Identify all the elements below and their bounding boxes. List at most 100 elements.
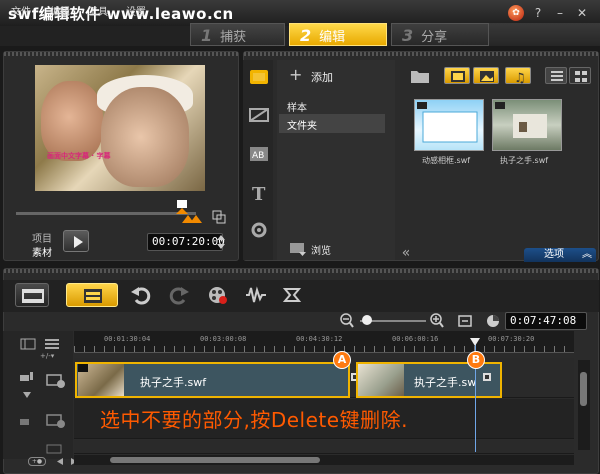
step-number: 1 xyxy=(201,26,213,45)
clip-thumbnail xyxy=(358,364,404,396)
image-filter-icon xyxy=(480,71,494,82)
folder-item-sample[interactable]: 样本 xyxy=(287,99,307,114)
track-lock-icon[interactable] xyxy=(18,414,34,426)
add-track-icon[interactable]: +● xyxy=(28,457,46,466)
filter-category-icon[interactable] xyxy=(249,221,269,239)
minimize-icon[interactable]: – xyxy=(552,5,568,21)
timeline-view-icon xyxy=(84,289,102,303)
svg-text:♫: ♫ xyxy=(514,71,526,85)
trim-markers-icon[interactable] xyxy=(182,213,202,223)
track-manager-icon[interactable] xyxy=(44,338,60,350)
tab-edit[interactable]: 2 编辑 xyxy=(289,23,387,46)
tab-capture[interactable]: 1 捕获 xyxy=(190,23,285,46)
show-audio-filter-button[interactable]: ♫ xyxy=(505,67,531,86)
title-track[interactable] xyxy=(74,440,574,454)
ruler-label: 00:04:30:12 xyxy=(296,335,343,343)
folder-item-folder[interactable]: 文件夹 xyxy=(287,117,317,132)
media-category-icon[interactable] xyxy=(249,68,269,86)
vertical-scroll-thumb[interactable] xyxy=(580,372,587,406)
scroll-left-icon[interactable] xyxy=(56,457,64,466)
folder-icon[interactable] xyxy=(410,68,430,84)
preview-timecode[interactable]: 00:07:20:00 xyxy=(147,233,225,251)
list-view-icon xyxy=(551,71,563,81)
close-icon[interactable]: ✕ xyxy=(574,5,590,21)
undo-icon[interactable] xyxy=(130,285,152,305)
library-thumbnail[interactable] xyxy=(414,99,484,151)
ruler-ticks xyxy=(74,346,574,352)
audio-mixer-icon[interactable] xyxy=(245,285,267,305)
mode-clip-label[interactable]: 素材 xyxy=(32,244,52,259)
app-logo-icon[interactable]: ✿ xyxy=(508,5,524,21)
record-capture-icon[interactable] xyxy=(207,285,229,305)
tab-label: 分享 xyxy=(421,30,448,45)
video-filter-icon xyxy=(451,71,465,82)
chapter-marker-icon[interactable]: +/-▾ xyxy=(40,351,70,359)
thumbnail-caption: 执子之手.swf xyxy=(500,156,549,165)
title-track-icon[interactable] xyxy=(46,444,68,454)
auto-music-icon[interactable] xyxy=(281,285,303,305)
browse-icon[interactable] xyxy=(289,240,307,256)
zoom-in-icon[interactable] xyxy=(430,313,444,329)
annotation-marker-b: B xyxy=(467,351,485,369)
panel-grip xyxy=(4,52,238,56)
zoom-slider-thumb[interactable] xyxy=(362,315,372,325)
ruler-label: 00:06:00:16 xyxy=(392,335,439,343)
video-track-icon[interactable] xyxy=(46,372,68,388)
add-folder-button[interactable]: 添加 xyxy=(311,69,333,85)
redo-icon[interactable] xyxy=(168,285,190,305)
timeline-timecode[interactable]: 0:07:47:08 xyxy=(505,312,587,330)
storyboard-view-button[interactable] xyxy=(15,283,49,307)
menu-file[interactable]: 文件 xyxy=(11,3,31,18)
show-all-tracks-icon[interactable] xyxy=(20,338,36,350)
app-title: swf编辑软件 www.leawo.cn xyxy=(8,5,234,23)
list-view-button[interactable] xyxy=(545,67,567,84)
panel-grip xyxy=(244,52,598,56)
title-category-icon[interactable]: AB xyxy=(249,145,269,163)
show-video-filter-button[interactable] xyxy=(444,67,470,84)
options-button[interactable]: 选项 ︽ xyxy=(524,248,596,262)
options-label: 选项 xyxy=(544,249,564,260)
thumbnail-view-icon xyxy=(575,71,587,82)
browse-button[interactable]: 浏览 xyxy=(311,242,331,257)
text-category-icon[interactable]: T xyxy=(249,184,269,202)
svg-text:T: T xyxy=(252,184,266,202)
svg-text:+/-▾: +/-▾ xyxy=(40,352,55,359)
clip-attribute-icon xyxy=(483,373,491,381)
tab-label: 编辑 xyxy=(319,30,346,45)
play-button[interactable] xyxy=(63,230,89,252)
show-image-filter-button[interactable] xyxy=(473,67,499,84)
fit-project-icon[interactable] xyxy=(457,313,473,329)
video-preview[interactable]: 画面中文字幕 · 字幕 xyxy=(35,65,205,191)
preview-scrub-bar[interactable] xyxy=(16,212,196,215)
timecode-spinner-icon[interactable] xyxy=(216,233,226,251)
zoom-out-icon[interactable] xyxy=(340,313,354,329)
tab-label: 捕获 xyxy=(220,30,247,45)
svg-text:AB: AB xyxy=(252,151,264,161)
thumbnail-caption: 动感相框.swf xyxy=(422,156,471,165)
clip-label: 执子之手.sw xyxy=(414,376,477,389)
add-folder-icon[interactable]: + xyxy=(289,65,302,84)
collapse-icon[interactable]: « xyxy=(398,246,414,262)
library-thumbnail[interactable] xyxy=(492,99,562,151)
video-caption: 画面中文字幕 · 字幕 xyxy=(47,152,111,160)
track-lock-icon[interactable] xyxy=(18,370,34,382)
expand-track-icon[interactable] xyxy=(22,391,32,399)
menu-settings[interactable]: 设置 xyxy=(126,3,146,18)
playhead-handle-icon[interactable] xyxy=(469,337,481,347)
menu-edit[interactable]: 编辑 xyxy=(50,3,70,18)
video-frame-person xyxy=(41,81,103,161)
overlay-track-icon[interactable] xyxy=(46,412,68,428)
transition-category-icon[interactable] xyxy=(249,106,269,124)
tab-share[interactable]: 3 分享 xyxy=(391,23,489,46)
expand-icon: ︽ xyxy=(582,249,592,260)
thumbnail-view-button[interactable] xyxy=(569,67,591,84)
enlarge-preview-icon[interactable] xyxy=(212,210,226,224)
clip-type-icon xyxy=(78,364,88,372)
instruction-text: 选中不要的部分,按Delete键删除. xyxy=(100,408,408,432)
timeline-view-button[interactable] xyxy=(66,283,118,307)
folder-list xyxy=(277,60,395,260)
menu-tools[interactable]: 工具 xyxy=(88,3,108,18)
help-icon[interactable]: ? xyxy=(530,5,546,21)
horizontal-scroll-thumb[interactable] xyxy=(110,457,320,463)
mode-project-label[interactable]: 项目 xyxy=(32,230,52,245)
